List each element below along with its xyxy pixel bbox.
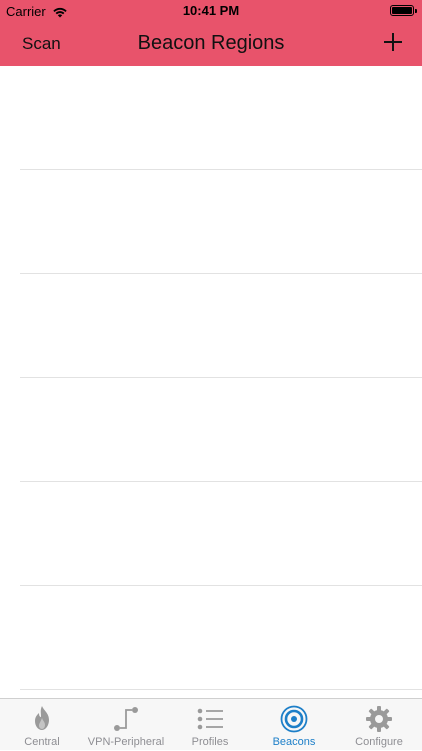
- flame-icon: [35, 706, 49, 730]
- battery-icon: [390, 5, 417, 16]
- tab-bar: Central VPN-Peripheral Profiles Beacons …: [0, 698, 422, 750]
- plus-icon[interactable]: [382, 31, 404, 53]
- list-item[interactable]: [0, 482, 422, 586]
- list-item[interactable]: [0, 274, 422, 378]
- list-icon: [197, 708, 223, 730]
- tab-label: Beacons: [272, 736, 316, 748]
- status-bar: Carrier 10:41 PM: [0, 0, 422, 22]
- tab-central[interactable]: Central: [0, 699, 84, 751]
- list-item[interactable]: [0, 378, 422, 482]
- row-separator: [20, 689, 422, 690]
- tab-label: Central: [24, 736, 60, 748]
- status-time: 10:41 PM: [182, 3, 240, 18]
- nav-bar: Scan Beacon Regions: [0, 22, 422, 66]
- beacon-icon: [280, 705, 308, 733]
- tab-profiles[interactable]: Profiles: [168, 699, 252, 751]
- gear-icon: [366, 706, 392, 732]
- battery-level: [392, 7, 412, 14]
- tab-beacons[interactable]: Beacons: [252, 699, 336, 751]
- list-item[interactable]: [0, 586, 422, 690]
- tab-configure[interactable]: Configure: [336, 699, 422, 751]
- app-screen: Carrier 10:41 PM Scan Beacon Regions Cen…: [0, 0, 422, 750]
- tab-vpn-peripheral[interactable]: VPN-Peripheral: [84, 699, 168, 751]
- tab-label: Profiles: [191, 736, 229, 748]
- header: Carrier 10:41 PM Scan Beacon Regions: [0, 0, 422, 66]
- list-item[interactable]: [0, 170, 422, 274]
- tab-label: Configure: [355, 736, 403, 748]
- peripheral-icon: [114, 707, 138, 731]
- tab-label: VPN-Peripheral: [87, 736, 165, 748]
- beacon-regions-list[interactable]: [0, 66, 422, 698]
- list-item[interactable]: [0, 66, 422, 170]
- page-title: Beacon Regions: [137, 32, 285, 54]
